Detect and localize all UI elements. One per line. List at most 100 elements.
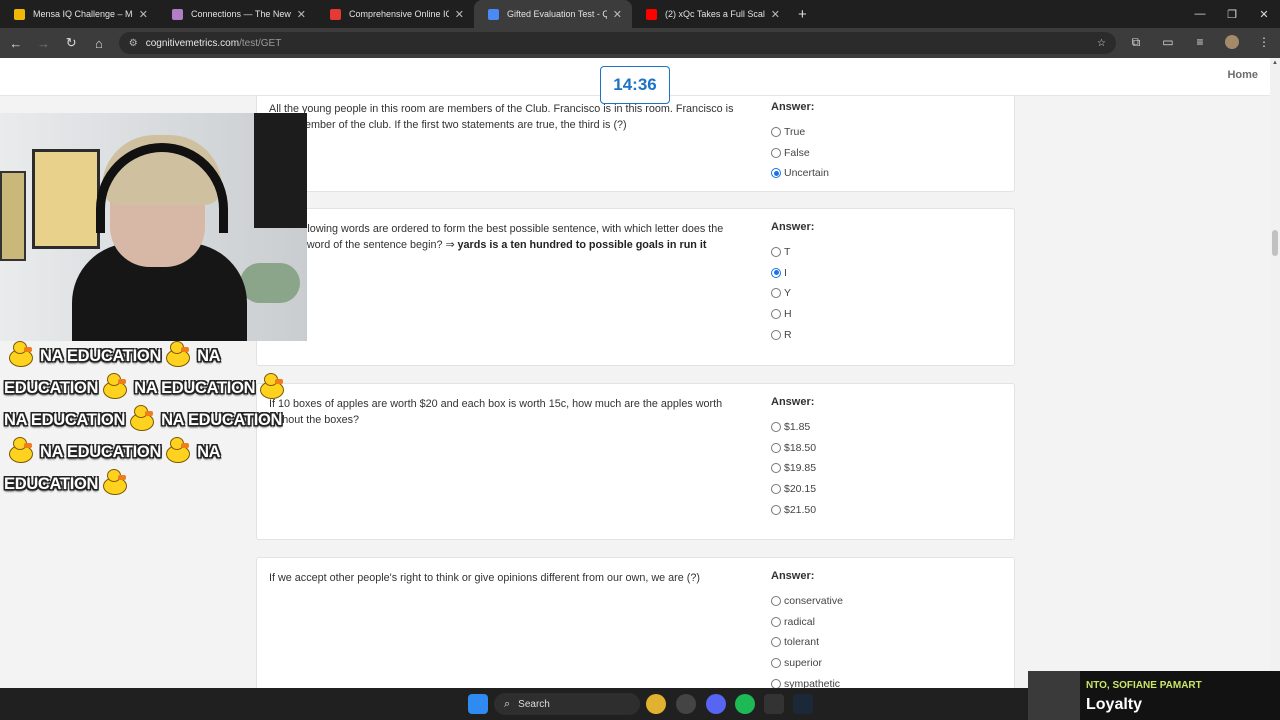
address-bar[interactable]: ⚙ cognitivemetrics.com /test/GET ☆: [118, 32, 1116, 54]
radio-button[interactable]: [771, 596, 781, 607]
windows-start-icon[interactable]: [468, 694, 488, 714]
extensions-icon[interactable]: ⧉: [1120, 35, 1152, 52]
countdown-timer: 14:36: [600, 66, 670, 104]
radio-button[interactable]: [771, 658, 781, 669]
steam-icon[interactable]: [793, 694, 813, 714]
close-window-icon[interactable]: ✕: [1248, 0, 1280, 28]
duck-emote-icon: [101, 469, 131, 495]
radio-button[interactable]: [771, 147, 781, 158]
page-scrollbar[interactable]: ▲: [1270, 58, 1280, 688]
answer-option[interactable]: True: [771, 122, 1001, 143]
radio-button[interactable]: [771, 504, 781, 515]
browser-tab[interactable]: Connections — The New York Tim ✕: [158, 0, 316, 28]
tab-close-icon[interactable]: ✕: [139, 8, 148, 21]
browser-tab[interactable]: (2) xQc Takes a Full Scale IQ Tes ✕: [632, 0, 790, 28]
radio-button[interactable]: [771, 309, 781, 320]
tab-close-icon[interactable]: ✕: [297, 8, 306, 21]
browser-tab[interactable]: Comprehensive Online IQ Test | S ✕: [316, 0, 474, 28]
duck-emote-icon: [7, 341, 37, 367]
answer-option[interactable]: I: [771, 263, 1001, 284]
question-text: If we accept other people's right to thi…: [269, 570, 739, 586]
spotify-icon[interactable]: [735, 694, 755, 714]
answer-option[interactable]: R: [771, 324, 1001, 345]
question-text-plain: All the young people in this room are me…: [269, 103, 734, 131]
taskbar-search[interactable]: ⌕ Search: [494, 693, 640, 715]
answer-block: Answer: $1.85 $18.50 $19.85 $20.15 $21.50: [771, 396, 1001, 520]
duck-emote-icon: [258, 373, 288, 399]
emote-phrase: NA EDUCATION: [40, 443, 162, 461]
url-domain: cognitivemetrics.com: [145, 37, 240, 49]
radio-button[interactable]: [771, 267, 781, 278]
app-icon[interactable]: [764, 694, 784, 714]
emote-phrase: EDUCATION: [4, 475, 99, 493]
answer-option[interactable]: T: [771, 242, 1001, 263]
answer-block: Answer: True False Uncertain: [771, 101, 1001, 184]
radio-button[interactable]: [771, 168, 781, 179]
home-icon[interactable]: ⌂: [87, 31, 111, 55]
tab-close-icon[interactable]: ✕: [613, 8, 622, 21]
question-text-bold: yards is a ten hundred to possible goals…: [457, 239, 707, 251]
tab-favicon-icon: [330, 8, 341, 20]
radio-button[interactable]: [771, 463, 781, 474]
bookmark-star-icon[interactable]: ☆: [1097, 38, 1106, 49]
answer-option[interactable]: superior: [771, 653, 1001, 674]
radio-button[interactable]: [771, 637, 781, 648]
answer-option[interactable]: Uncertain: [771, 163, 1001, 184]
new-tab-icon[interactable]: +: [798, 6, 807, 23]
radio-button[interactable]: [771, 442, 781, 453]
tab-strip: Mensa IQ Challenge – Mensa Inte✕Connecti…: [0, 0, 790, 28]
tab-close-icon[interactable]: ✕: [771, 8, 780, 21]
restore-icon[interactable]: ❐: [1216, 0, 1248, 28]
answer-option-label: Uncertain: [784, 167, 829, 180]
browser-tab[interactable]: Mensa IQ Challenge – Mensa Inte ✕: [0, 0, 158, 28]
reload-icon[interactable]: ↻: [59, 31, 83, 55]
answer-option[interactable]: Y: [771, 283, 1001, 304]
emote-phrase: NA EDUCATION: [40, 347, 162, 365]
answer-option[interactable]: $18.50: [771, 438, 1001, 459]
radio-button[interactable]: [771, 127, 781, 138]
answer-option-label: $18.50: [784, 441, 817, 454]
browser-tab[interactable]: Gifted Evaluation Test - Quick, A ✕: [474, 0, 632, 28]
profile-avatar[interactable]: [1216, 34, 1248, 52]
radio-button[interactable]: [771, 616, 781, 627]
answer-option[interactable]: $20.15: [771, 479, 1001, 500]
webcam-overlay: [0, 113, 307, 341]
scroll-up-icon[interactable]: ▲: [1272, 60, 1278, 66]
radio-button[interactable]: [771, 678, 781, 688]
answer-option[interactable]: $21.50: [771, 499, 1001, 520]
answer-option[interactable]: $19.85: [771, 458, 1001, 479]
site-info-icon[interactable]: ⚙: [129, 38, 138, 49]
tab-close-icon[interactable]: ✕: [455, 8, 464, 21]
radio-button[interactable]: [771, 247, 781, 258]
question-text: If 10 boxes of apples are worth $20 and …: [269, 396, 739, 428]
forward-arrow-icon[interactable]: →: [32, 31, 56, 55]
media-controls-icon[interactable]: ≡: [1184, 35, 1216, 52]
answer-option[interactable]: radical: [771, 612, 1001, 633]
toolbar-actions: ⧉ ▭ ≡ ⋮: [1120, 34, 1280, 52]
menu-kebab-icon[interactable]: ⋮: [1248, 35, 1280, 52]
radio-button[interactable]: [771, 329, 781, 340]
scrollbar-thumb[interactable]: [1272, 230, 1278, 256]
radio-button[interactable]: [771, 422, 781, 433]
chrome-icon[interactable]: [646, 694, 666, 714]
answer-option[interactable]: tolerant: [771, 632, 1001, 653]
home-link[interactable]: Home: [1227, 69, 1258, 81]
radio-button[interactable]: [771, 288, 781, 299]
answer-option[interactable]: False: [771, 143, 1001, 164]
answer-label: Answer:: [771, 221, 815, 233]
radio-button[interactable]: [771, 484, 781, 495]
answer-option[interactable]: sympathetic: [771, 673, 1001, 688]
webcam-poster: [0, 171, 26, 261]
answer-option[interactable]: conservative: [771, 591, 1001, 612]
answer-option[interactable]: $1.85: [771, 417, 1001, 438]
tab-title: Mensa IQ Challenge – Mensa Inte: [33, 9, 133, 19]
minimize-icon[interactable]: —: [1184, 0, 1216, 28]
answer-label: Answer:: [771, 101, 815, 113]
obs-icon[interactable]: [676, 694, 696, 714]
cast-icon[interactable]: ▭: [1152, 35, 1184, 52]
discord-icon[interactable]: [706, 694, 726, 714]
tab-title: Connections — The New York Tim: [191, 9, 291, 19]
answer-option[interactable]: H: [771, 304, 1001, 325]
back-arrow-icon[interactable]: ←: [4, 31, 28, 55]
emote-phrase: NA EDUCATION: [134, 379, 256, 397]
